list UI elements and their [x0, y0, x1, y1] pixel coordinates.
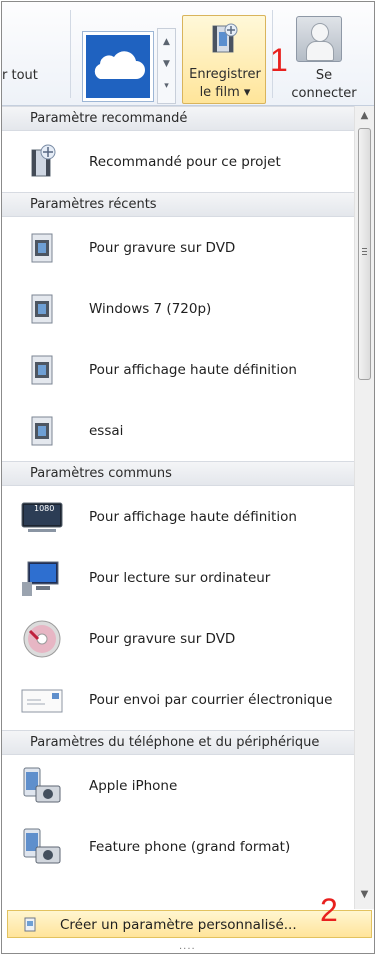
section-header-recommended: Paramètre recommandé — [2, 106, 354, 131]
menu-item-label: Pour gravure sur DVD — [89, 239, 236, 256]
menu-item-label: Pour affichage haute définition — [89, 361, 297, 378]
film-strip-icon — [20, 348, 64, 392]
sign-in-button[interactable]: Se connecter — [278, 16, 370, 104]
menu-item-recent-win7[interactable]: Windows 7 (720p) — [2, 278, 354, 339]
partial-ribbon-button[interactable]: r tout — [2, 68, 64, 83]
menu-item-label: Pour envoi par courrier électronique — [89, 691, 333, 708]
annotation-marker-1: 1 — [270, 42, 288, 78]
onedrive-theme-tile[interactable] — [82, 31, 154, 102]
ribbon: r tout ▲ ▼ ▾ Enregistrer le film ▾ Se co… — [2, 2, 374, 106]
dvd-icon — [20, 617, 64, 661]
menu-item-recent-dvd[interactable]: Pour gravure sur DVD — [2, 217, 354, 278]
menu-item-recommended[interactable]: Recommandé pour ce projet — [2, 131, 354, 192]
recommended-settings-icon — [20, 140, 64, 184]
hd-display-icon: 1080 — [20, 495, 64, 539]
custom-setting-icon — [24, 917, 38, 932]
gallery-up-icon[interactable]: ▲ — [158, 37, 175, 47]
phone-camera-icon — [20, 764, 64, 808]
annotation-marker-2: 2 — [320, 892, 338, 928]
computer-icon — [20, 556, 64, 600]
film-strip-icon — [20, 287, 64, 331]
phone-camera-icon — [20, 825, 64, 869]
menu-item-label: Pour affichage haute définition — [89, 508, 297, 525]
menu-item-phone-iphone[interactable]: Apple iPhone — [2, 755, 354, 816]
create-custom-setting-button[interactable]: Créer un paramètre personnalisé... — [7, 910, 372, 938]
sign-in-label-line1: Se — [315, 68, 333, 83]
save-movie-button[interactable]: Enregistrer le film ▾ — [182, 15, 266, 104]
gallery-down-icon[interactable]: ▼ — [158, 59, 175, 69]
menu-item-recent-essai[interactable]: essai — [2, 400, 354, 461]
menu-item-label: Windows 7 (720p) — [89, 300, 212, 317]
resize-grip-icon[interactable]: .... — [179, 941, 196, 952]
menu-scrollbar[interactable]: ▲ ▼ — [354, 106, 374, 909]
save-movie-label-line1: Enregistrer — [189, 67, 261, 82]
scroll-grip-icon — [362, 248, 367, 249]
section-header-common: Paramètres communs — [2, 461, 354, 486]
film-strip-icon — [20, 409, 64, 453]
save-movie-label-line2: le film ▾ — [199, 85, 251, 100]
film-strip-icon — [20, 226, 64, 270]
menu-item-common-computer[interactable]: Pour lecture sur ordinateur — [2, 547, 354, 608]
menu-item-common-email[interactable]: Pour envoi par courrier électronique — [2, 669, 354, 730]
create-custom-setting-label: Créer un paramètre personnalisé... — [60, 917, 297, 933]
hd-badge-text: 1080 — [34, 504, 54, 513]
sign-in-label-line2: connecter — [291, 86, 357, 101]
onedrive-cloud-icon — [86, 35, 150, 98]
gallery-scroll-control[interactable]: ▲ ▼ ▾ — [157, 28, 176, 104]
menu-item-common-hd[interactable]: 1080 Pour affichage haute définition — [2, 486, 354, 547]
ribbon-separator — [70, 10, 71, 98]
menu-item-label: Pour gravure sur DVD — [89, 630, 236, 647]
user-avatar-icon — [296, 16, 342, 62]
menu-item-label: essai — [89, 422, 124, 439]
window-frame: r tout ▲ ▼ ▾ Enregistrer le film ▾ Se co… — [1, 1, 375, 954]
section-header-phone: Paramètres du téléphone et du périphériq… — [2, 730, 354, 755]
scrollbar-thumb[interactable] — [358, 128, 371, 380]
menu-item-label: Recommandé pour ce projet — [89, 153, 281, 170]
gallery-more-icon[interactable]: ▾ — [158, 81, 175, 91]
email-icon — [20, 678, 64, 722]
menu-item-recent-hd[interactable]: Pour affichage haute définition — [2, 339, 354, 400]
save-movie-icon — [209, 22, 239, 54]
scroll-up-icon[interactable]: ▲ — [355, 110, 374, 121]
menu-item-common-dvd[interactable]: Pour gravure sur DVD — [2, 608, 354, 669]
menu-item-label: Pour lecture sur ordinateur — [89, 569, 271, 586]
menu-item-label: Feature phone (grand format) — [89, 838, 291, 855]
section-header-recent: Paramètres récents — [2, 192, 354, 217]
scroll-down-icon[interactable]: ▼ — [355, 889, 374, 900]
menu-item-phone-feature[interactable]: Feature phone (grand format) — [2, 816, 354, 877]
save-movie-menu: Paramètre recommandé Recommandé pour ce … — [2, 106, 354, 909]
menu-item-label: Apple iPhone — [89, 777, 178, 794]
